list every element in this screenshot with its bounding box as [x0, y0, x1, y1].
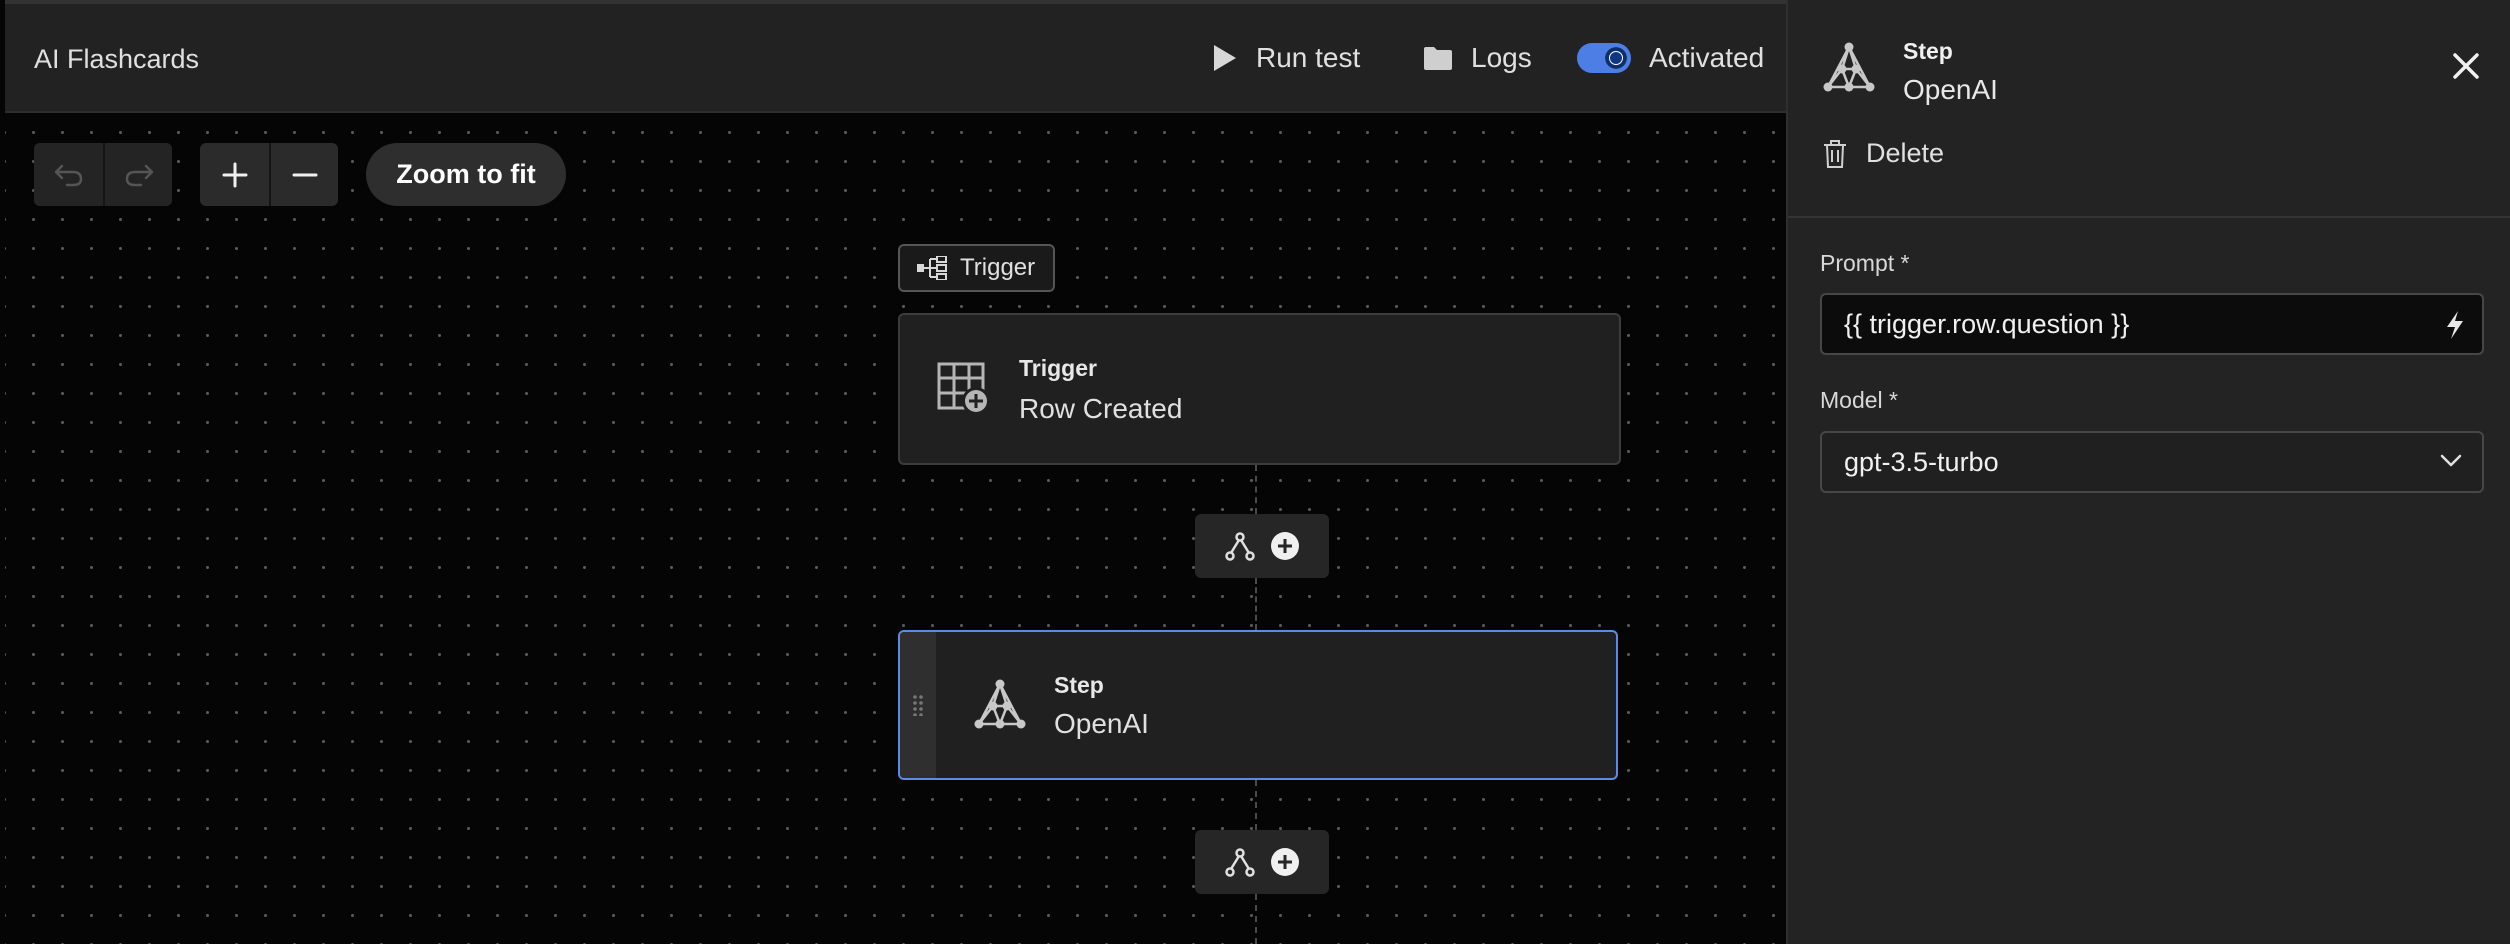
activated-label: Activated	[1649, 42, 1765, 73]
activated-toggle[interactable]: Activated	[1577, 42, 1764, 74]
zoom-out-icon	[292, 173, 317, 176]
step-node-title: OpenAI	[1054, 708, 1149, 739]
connector-line	[1255, 894, 1257, 944]
step-node-kicker: Step	[1054, 672, 1104, 698]
app-title: AI Flashcards	[34, 44, 200, 74]
model-label: Model *	[1820, 387, 1898, 413]
model-select[interactable]: gpt-3.5-turbo	[1820, 431, 2484, 493]
connector-line	[1255, 465, 1257, 514]
trigger-node-kicker: Trigger	[1019, 355, 1097, 381]
branch-icon[interactable]	[1224, 847, 1255, 877]
add-circle-icon[interactable]	[1270, 531, 1300, 561]
zoom-to-fit-button[interactable]: Zoom to fit	[366, 143, 566, 206]
delete-label: Delete	[1866, 138, 1945, 168]
undo-icon	[54, 164, 82, 186]
branch-icon[interactable]	[1224, 531, 1255, 561]
add-step-toolbar	[1195, 830, 1329, 894]
step-node-selected[interactable]: Step OpenAI	[898, 630, 1618, 780]
zoom-in-button[interactable]	[200, 143, 269, 206]
undo-redo-group	[34, 143, 172, 206]
trash-icon	[1824, 139, 1846, 168]
folder-icon	[1424, 47, 1452, 70]
close-icon[interactable]	[2452, 52, 2480, 80]
logs-label: Logs	[1471, 42, 1532, 73]
zoom-in-icon	[222, 162, 247, 187]
toggle-switch[interactable]	[1577, 43, 1631, 73]
step-settings-panel: Step OpenAI Delete Prompt * {{ trigger.r…	[1786, 0, 2510, 944]
trigger-node-title: Row Created	[1019, 393, 1183, 424]
connector-line	[1255, 578, 1257, 630]
panel-title: OpenAI	[1903, 74, 1998, 105]
panel-kicker: Step	[1903, 38, 1953, 64]
zoom-group	[200, 143, 338, 206]
logs-button[interactable]: Logs	[1423, 42, 1532, 74]
model-value: gpt-3.5-turbo	[1844, 446, 1999, 477]
add-circle-icon[interactable]	[1270, 847, 1300, 877]
drag-handle[interactable]	[900, 632, 936, 778]
table-add-icon	[937, 362, 990, 415]
trigger-tag-label: Trigger	[960, 254, 1036, 281]
trigger-flow-icon	[917, 256, 947, 280]
redo-icon	[125, 164, 153, 186]
redo-button[interactable]	[103, 143, 172, 206]
toggle-knob	[1605, 47, 1627, 69]
trigger-node[interactable]: Trigger Row Created	[898, 313, 1621, 465]
workflow-canvas-area: AI Flashcards Run test Logs Activated Zo…	[5, 0, 1786, 944]
chevron-down-icon	[2440, 454, 2462, 467]
panel-header: Step OpenAI Delete	[1788, 0, 2510, 218]
top-bar: AI Flashcards Run test Logs Activated	[5, 0, 1786, 113]
prompt-value: {{ trigger.row.question }}	[1844, 308, 2130, 339]
connector-line	[1255, 780, 1257, 830]
run-test-button[interactable]: Run test	[1212, 42, 1360, 74]
dot-grid-canvas[interactable]	[5, 115, 1786, 944]
openai-network-icon	[974, 679, 1026, 729]
trigger-tag: Trigger	[898, 244, 1055, 292]
undo-button[interactable]	[34, 143, 103, 206]
lightning-bolt-icon[interactable]	[2444, 310, 2466, 340]
zoom-out-button[interactable]	[269, 143, 338, 206]
drag-handle-icon	[913, 695, 923, 716]
prompt-label: Prompt *	[1820, 250, 1910, 276]
run-test-label: Run test	[1256, 42, 1361, 73]
delete-button[interactable]: Delete	[1822, 138, 1944, 169]
add-step-toolbar	[1195, 514, 1329, 578]
play-icon	[1214, 45, 1236, 71]
prompt-input[interactable]: {{ trigger.row.question }}	[1820, 293, 2484, 355]
openai-network-icon	[1823, 42, 1875, 92]
